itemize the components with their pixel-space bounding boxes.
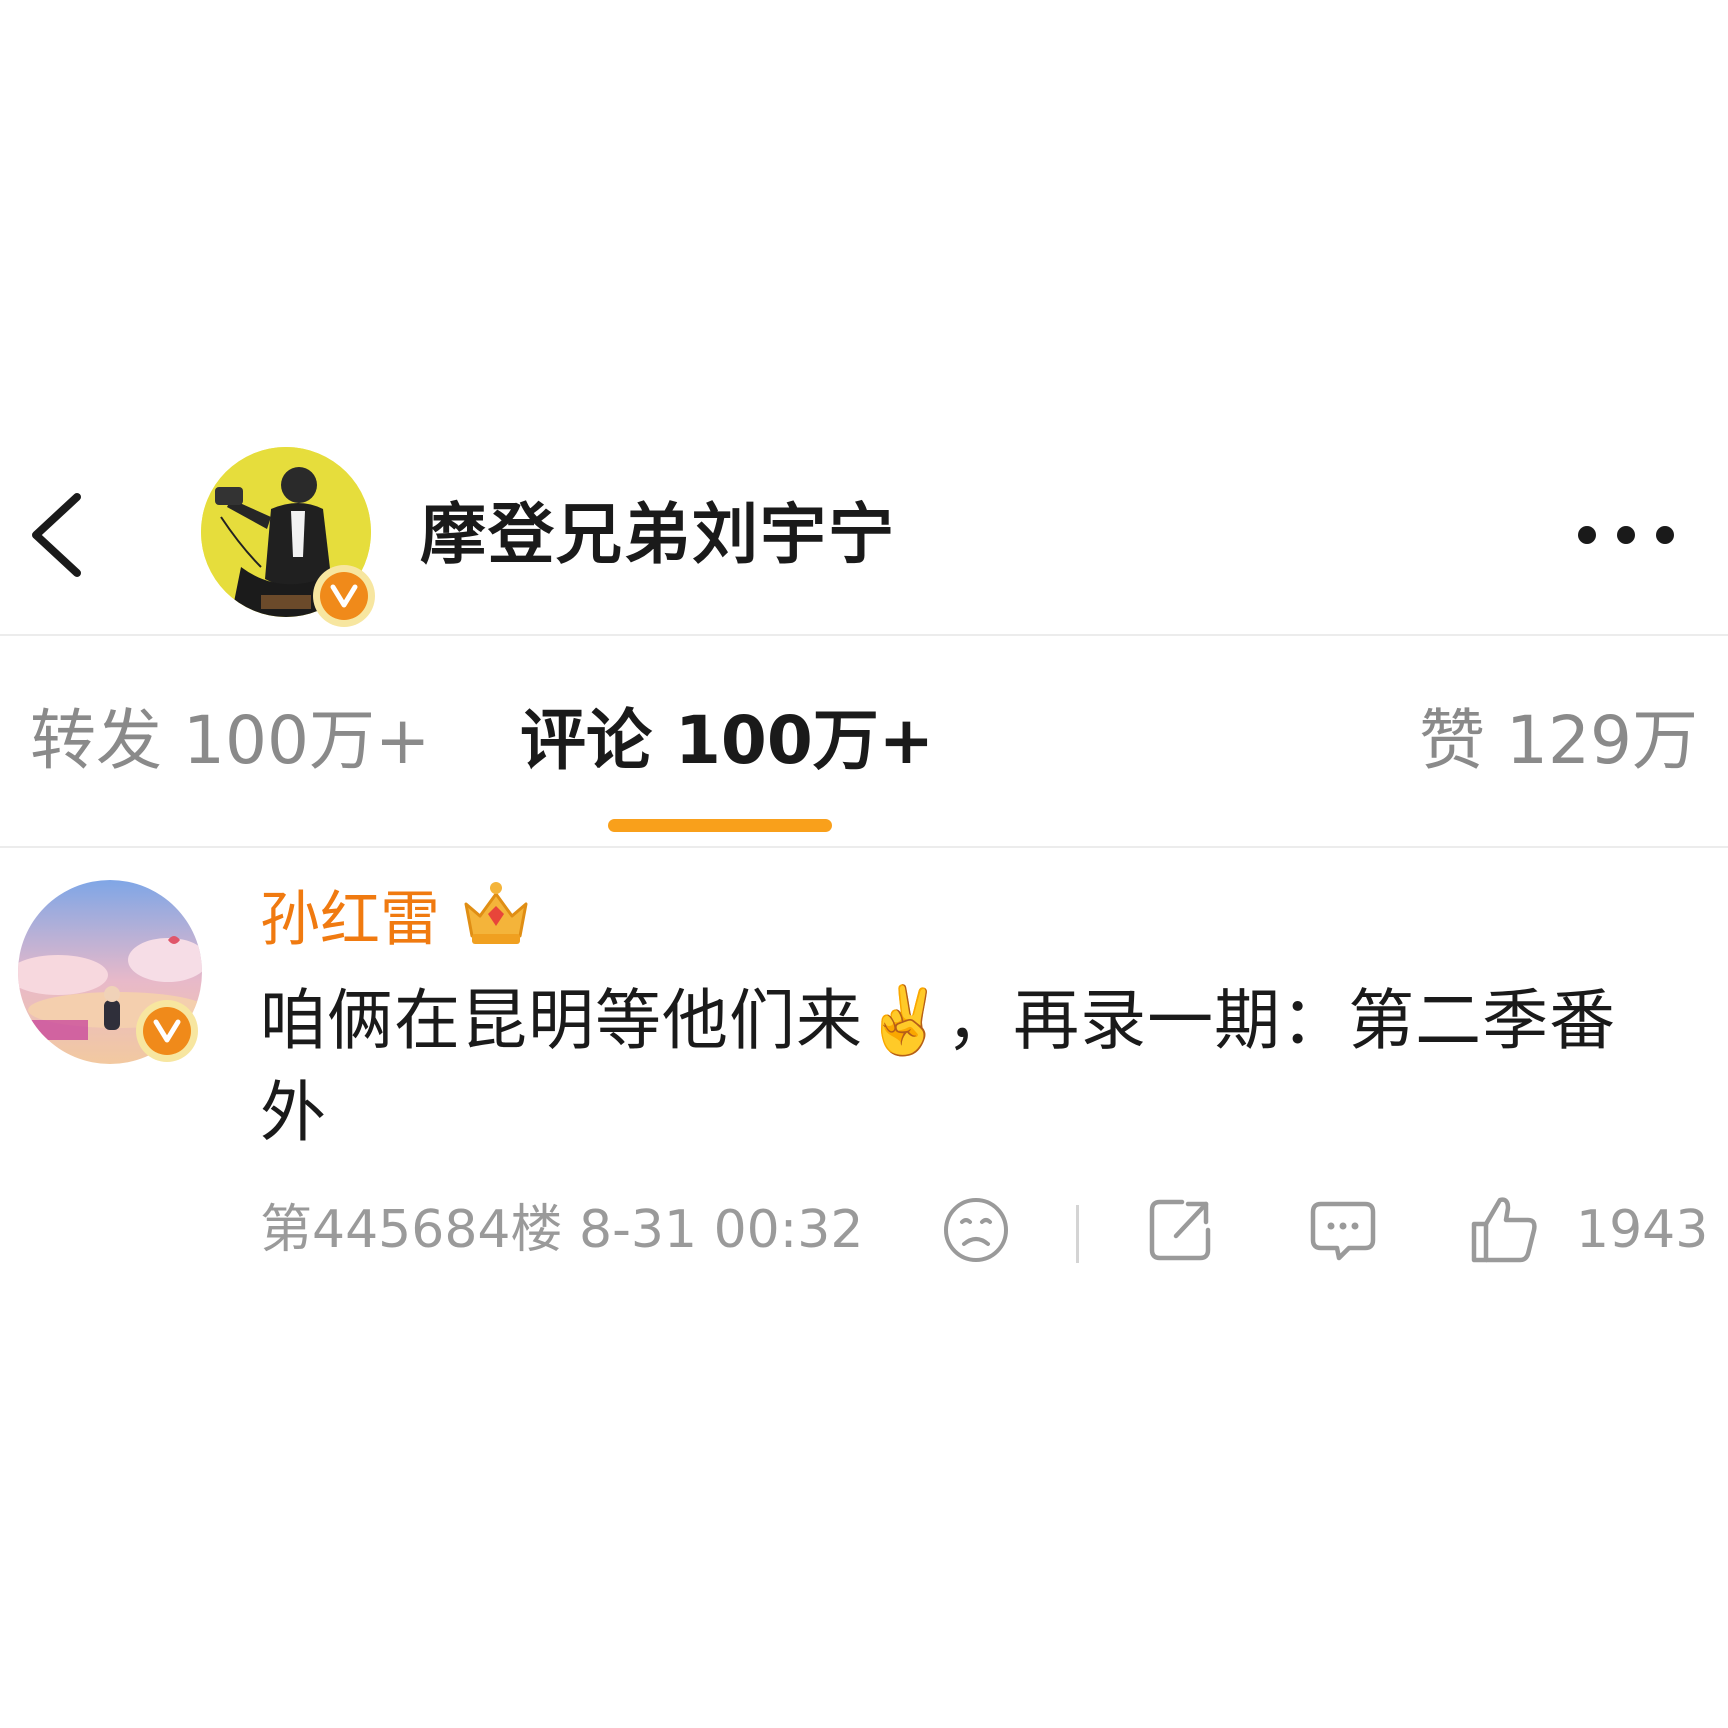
active-tab-indicator (608, 819, 832, 832)
more-dots-icon (1578, 526, 1674, 544)
share-icon (1149, 1199, 1211, 1261)
author-name[interactable]: 摩登兄弟刘宇宁 (420, 490, 896, 580)
back-button[interactable] (22, 485, 92, 585)
tab-bar: 转发 100万+ 评论 100万+ 赞 129万 (0, 636, 1728, 848)
sad-face-icon (944, 1198, 1008, 1262)
comment-item: 孙红雷 咱俩在昆明等他们来✌️，再录一期：第二季番外 第445684楼 8-31… (0, 850, 1728, 1290)
comment-meta: 第445684楼 8-31 00:32 (260, 1200, 864, 1260)
comment-bubble-icon (1310, 1201, 1376, 1261)
dislike-button[interactable] (938, 1192, 1014, 1268)
verified-badge (313, 565, 375, 627)
tab-repost[interactable]: 转发 100万+ (30, 696, 430, 786)
post-header: 摩登兄弟刘宇宁 (0, 430, 1728, 636)
verified-badge (136, 1000, 198, 1062)
tab-like[interactable]: 赞 129万 (1419, 696, 1698, 786)
thumbs-up-icon (1471, 1197, 1537, 1263)
like-button[interactable] (1466, 1192, 1542, 1268)
tab-comment[interactable]: 评论 100万+ (520, 696, 934, 786)
action-divider (1076, 1205, 1079, 1263)
verified-v-icon (320, 572, 368, 620)
comment-text: 咱俩在昆明等他们来✌️，再录一期：第二季番外 (260, 982, 1617, 1151)
verified-v-icon (143, 1007, 191, 1055)
chevron-left-icon (32, 493, 81, 577)
crown-icon (464, 882, 528, 944)
reply-button[interactable] (1305, 1192, 1381, 1268)
commenter-name[interactable]: 孙红雷 (260, 880, 440, 960)
share-button[interactable] (1142, 1192, 1218, 1268)
like-count: 1943 (1576, 1200, 1709, 1260)
more-button[interactable] (1570, 510, 1690, 560)
